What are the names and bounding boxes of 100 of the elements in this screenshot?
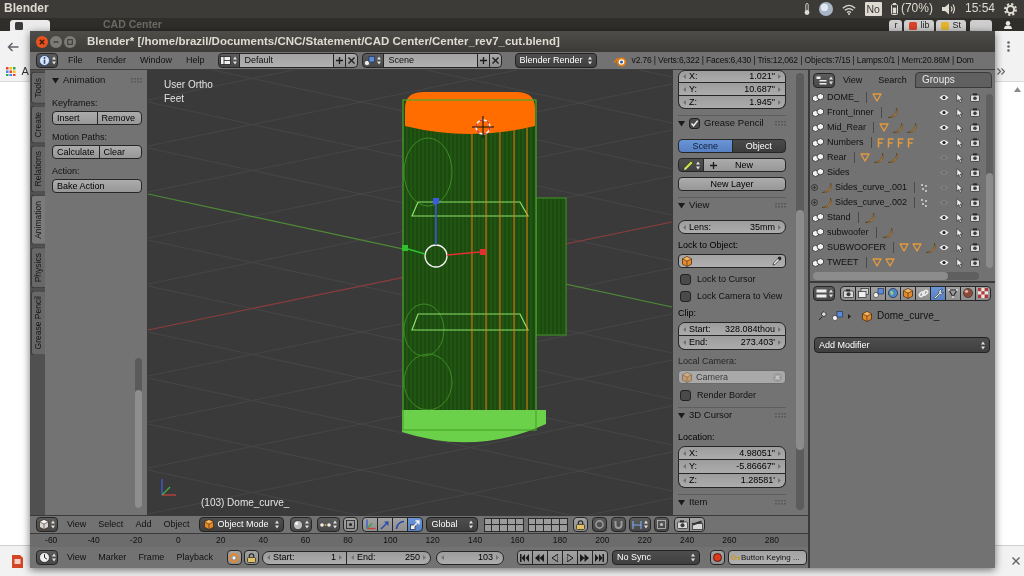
tool-button[interactable]: Bake Action bbox=[52, 179, 142, 193]
scrollbar-thumb[interactable] bbox=[796, 210, 804, 450]
checkbox[interactable] bbox=[680, 273, 691, 285]
outliner-item[interactable]: Stand bbox=[827, 212, 851, 223]
eye-icon[interactable] bbox=[939, 214, 949, 221]
manipulator-toggle[interactable] bbox=[392, 517, 409, 532]
proportional-edit-button[interactable] bbox=[592, 517, 608, 532]
camera-icon[interactable] bbox=[970, 123, 980, 132]
eyedropper-icon[interactable] bbox=[772, 256, 782, 266]
tool-shelf-tab[interactable]: Tools bbox=[31, 72, 45, 104]
outliner-item[interactable]: Sides_curve_.001 bbox=[835, 182, 908, 193]
menu-item[interactable]: Help bbox=[179, 55, 212, 66]
bookmark-link[interactable]: A bbox=[21, 65, 29, 78]
properties-tab[interactable] bbox=[900, 285, 916, 301]
menu-item[interactable]: View bbox=[61, 552, 93, 563]
keyboard-layout-indicator[interactable]: No bbox=[864, 2, 882, 16]
browser-tab[interactable] bbox=[10, 20, 50, 31]
pointer-icon[interactable] bbox=[956, 137, 963, 148]
panel-title[interactable]: 3D Cursor bbox=[689, 410, 733, 421]
menu-item[interactable]: Object bbox=[157, 519, 196, 530]
editor-type-button[interactable] bbox=[813, 285, 835, 301]
camera-icon[interactable] bbox=[970, 213, 980, 222]
outliner-item[interactable]: Numbers bbox=[827, 137, 864, 148]
checkbox[interactable] bbox=[689, 118, 700, 129]
manipulator-toggle[interactable] bbox=[407, 517, 424, 532]
sphere-icon[interactable] bbox=[818, 2, 833, 16]
menu-item[interactable]: Marker bbox=[92, 552, 133, 563]
mode-dropdown[interactable]: Object Mode bbox=[199, 517, 285, 532]
scrollbar-track[interactable] bbox=[796, 73, 804, 510]
object-field[interactable] bbox=[678, 254, 786, 268]
menu-item[interactable]: Select bbox=[92, 519, 130, 530]
chevrons-icon[interactable] bbox=[997, 68, 1005, 75]
preview-range-button[interactable] bbox=[226, 550, 242, 565]
manipulator-toggle[interactable] bbox=[362, 517, 379, 532]
outliner-item[interactable]: DOME_ bbox=[827, 92, 859, 103]
render-animation-button[interactable] bbox=[689, 517, 706, 532]
outliner-item[interactable]: Sides bbox=[827, 167, 850, 178]
grip-icon[interactable] bbox=[775, 121, 786, 126]
camera-icon[interactable] bbox=[970, 93, 980, 102]
editor-type-button[interactable] bbox=[36, 517, 58, 532]
snap-element-dropdown[interactable] bbox=[629, 517, 652, 532]
panel-title[interactable]: Animation bbox=[63, 74, 106, 86]
lock-button[interactable] bbox=[573, 517, 589, 532]
scene-button[interactable] bbox=[361, 53, 384, 68]
checkbox[interactable] bbox=[680, 290, 691, 302]
editor-type-button[interactable] bbox=[813, 72, 835, 88]
camera-icon[interactable] bbox=[970, 198, 980, 207]
toggle-option[interactable]: Scene bbox=[678, 139, 733, 153]
eye-icon[interactable] bbox=[939, 94, 949, 101]
properties-tab[interactable] bbox=[945, 285, 961, 301]
outliner-item[interactable]: SUBWOOFER bbox=[827, 242, 886, 253]
keying-set-field[interactable]: Button Keying ... bbox=[727, 550, 807, 565]
menu-item[interactable]: Frame bbox=[132, 552, 171, 563]
disclosure-triangle-icon[interactable] bbox=[678, 412, 685, 419]
outliner-item[interactable]: subwoofer bbox=[827, 227, 869, 238]
menu-item[interactable]: File bbox=[61, 55, 90, 66]
camera-icon[interactable] bbox=[970, 243, 980, 252]
outliner-item[interactable]: Sides_curve_.002 bbox=[835, 197, 908, 208]
close-icon[interactable] bbox=[1012, 557, 1020, 565]
pointer-icon[interactable] bbox=[956, 167, 963, 178]
3d-cursor-icon[interactable] bbox=[471, 115, 495, 139]
tool-button[interactable]: Remove bbox=[96, 111, 142, 125]
record-button[interactable] bbox=[709, 550, 725, 565]
pointer-icon[interactable] bbox=[956, 257, 963, 268]
properties-tab[interactable] bbox=[870, 285, 886, 301]
tool-shelf-tab[interactable]: Grease Pencil bbox=[31, 289, 45, 356]
menu-item[interactable]: Playback bbox=[170, 552, 219, 563]
properties-tab[interactable] bbox=[915, 285, 931, 301]
tool-button[interactable]: Clear bbox=[98, 145, 142, 159]
checkbox-label[interactable]: Lock Camera to View bbox=[697, 290, 783, 302]
minimize-button[interactable] bbox=[50, 35, 62, 48]
layout-name-field[interactable]: Default bbox=[238, 53, 334, 68]
tool-shelf-tab[interactable]: Physics bbox=[31, 246, 45, 288]
gear-icon[interactable] bbox=[1004, 2, 1017, 16]
pointer-icon[interactable] bbox=[956, 227, 963, 238]
pointer-icon[interactable] bbox=[956, 92, 963, 103]
panel-title[interactable]: View bbox=[689, 200, 710, 211]
pointer-icon[interactable] bbox=[956, 152, 963, 163]
camera-icon[interactable] bbox=[970, 228, 980, 237]
properties-tab[interactable] bbox=[930, 285, 946, 301]
camera-icon[interactable] bbox=[970, 108, 980, 117]
disclosure-triangle-icon[interactable] bbox=[678, 499, 685, 506]
shading-dropdown[interactable] bbox=[290, 517, 313, 532]
wifi-icon[interactable] bbox=[841, 3, 856, 15]
scrollbar-thumb[interactable] bbox=[985, 173, 993, 268]
pivot-align-button[interactable] bbox=[343, 517, 359, 532]
outliner-item[interactable]: TWEET bbox=[827, 257, 859, 268]
render-engine-dropdown[interactable]: Blender Render bbox=[514, 53, 597, 68]
browser-tab[interactable]: r bbox=[889, 20, 903, 31]
orientation-dropdown[interactable]: Global bbox=[426, 517, 479, 532]
camera-icon[interactable] bbox=[970, 153, 980, 162]
disclosure-triangle-icon[interactable] bbox=[678, 120, 685, 127]
new-button[interactable]: New bbox=[703, 158, 786, 172]
transform-widget[interactable] bbox=[402, 198, 486, 268]
pin-icon[interactable] bbox=[818, 311, 827, 321]
disclosure-triangle-icon[interactable] bbox=[678, 202, 685, 209]
tool-shelf-tab[interactable]: Animation bbox=[31, 194, 45, 245]
scrollbar-track[interactable] bbox=[985, 94, 993, 268]
eye-icon[interactable] bbox=[939, 124, 949, 131]
disclosure-triangle-icon[interactable] bbox=[52, 76, 59, 84]
